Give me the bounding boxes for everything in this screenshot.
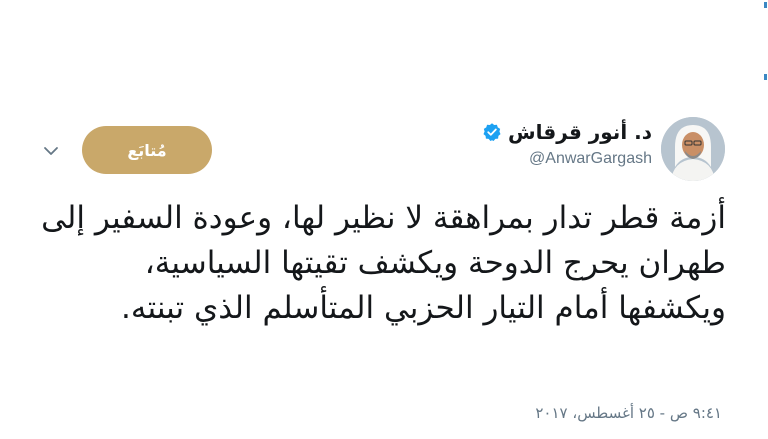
tweet-text: أزمة قطر تدار بمراهقة لا نظير لها، وعودة…	[41, 200, 726, 326]
name-line: د. أنور قرقاش	[482, 120, 652, 144]
avatar-image	[661, 117, 725, 181]
avatar[interactable]	[661, 117, 725, 181]
tweet-header: د. أنور قرقاش @AnwarGargash مُتابَع	[0, 112, 768, 192]
display-name[interactable]: د. أنور قرقاش	[508, 120, 652, 144]
author-info: د. أنور قرقاش @AnwarGargash	[482, 120, 652, 168]
scroll-indicator-top	[764, 2, 767, 8]
username[interactable]: @AnwarGargash	[482, 150, 652, 168]
scroll-indicator-mid	[764, 74, 767, 80]
chevron-down-icon[interactable]	[42, 142, 60, 160]
follow-button[interactable]: مُتابَع	[82, 126, 212, 174]
verified-badge-icon	[483, 123, 501, 141]
tweet-timestamp[interactable]: ٩:٤١ ص - ٢٥ أغسطس، ٢٠١٧	[535, 404, 722, 422]
